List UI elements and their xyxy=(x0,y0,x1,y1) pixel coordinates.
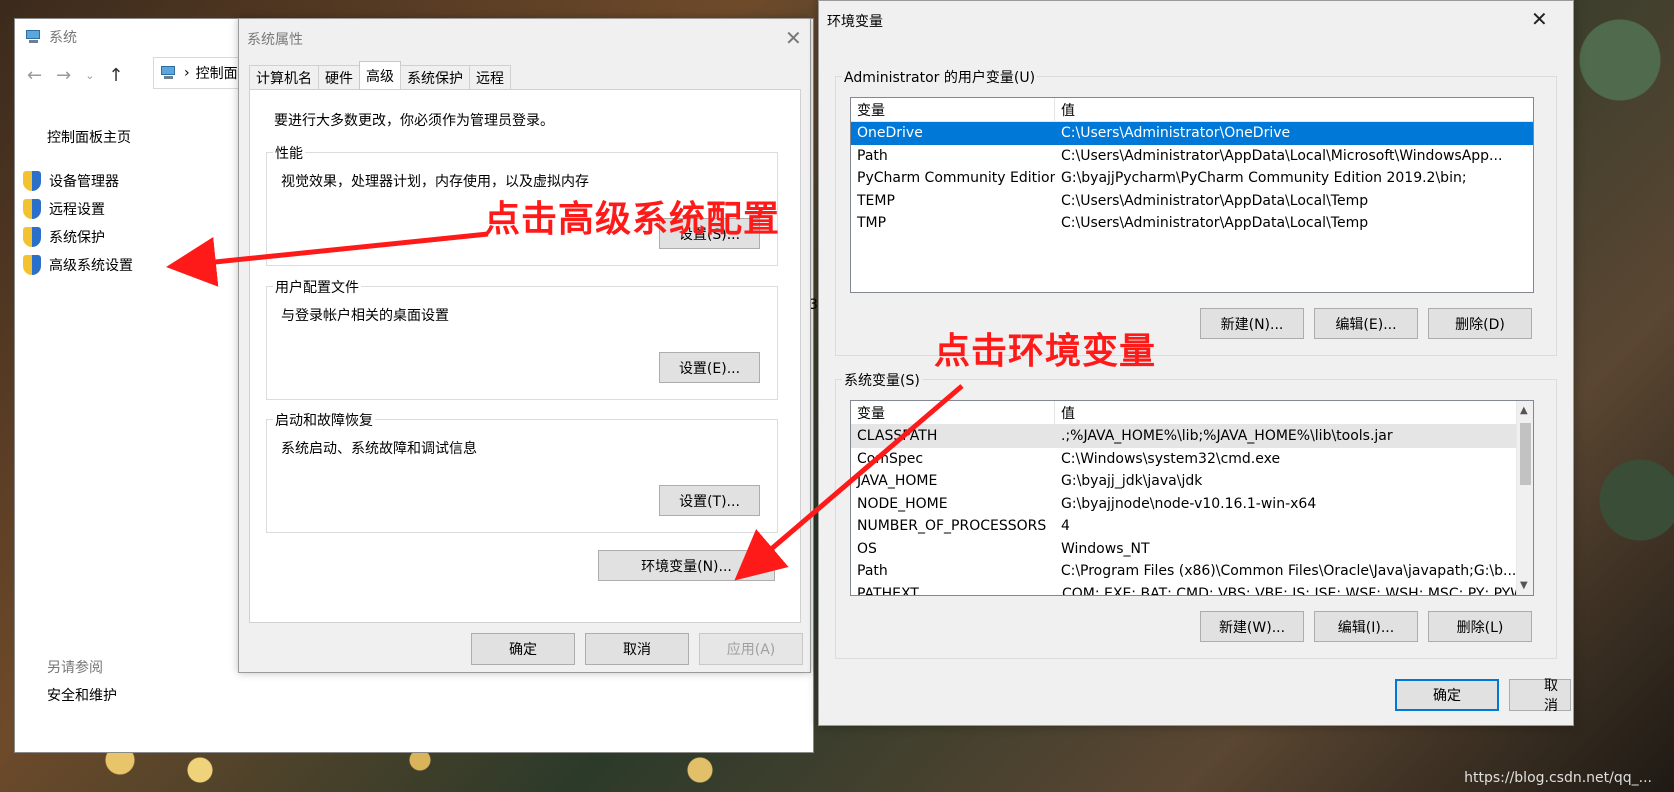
arrow-to-advanced-settings xyxy=(166,231,489,287)
annotation-arrows xyxy=(166,231,964,581)
watermark: https://blog.csdn.net/qq_... xyxy=(1464,770,1652,786)
arrow-to-env-button xyxy=(734,384,964,581)
